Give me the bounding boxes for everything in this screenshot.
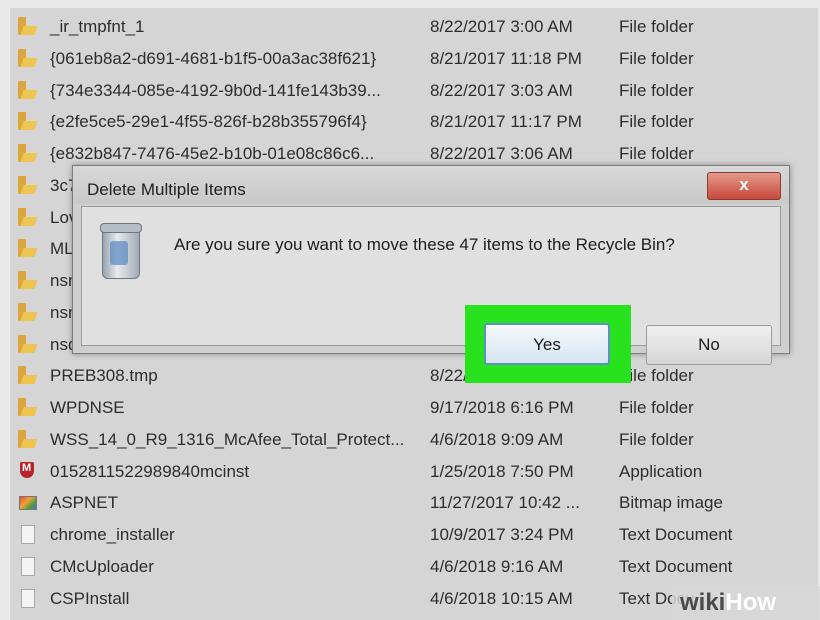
file-row[interactable]: {734e3344-085e-4192-9b0d-141fe143b39... 8… — [10, 75, 818, 106]
recycle-bin-lid — [100, 223, 142, 233]
dialog-body: Are you sure you want to move these 47 i… — [81, 206, 781, 383]
close-button[interactable]: x — [707, 172, 781, 200]
file-name: CMcUploader — [50, 556, 154, 576]
file-row[interactable]: {061eb8a2-d691-4681-b1f5-00a3ac38f621} 8/… — [10, 43, 818, 74]
doc-icon — [18, 556, 36, 576]
file-type: Text Document — [619, 556, 733, 576]
doc-icon — [18, 588, 36, 608]
yes-button[interactable]: Yes — [484, 323, 610, 365]
file-type: File folder — [619, 429, 694, 449]
folder-icon — [18, 17, 36, 35]
file-date-modified: 8/21/2017 11:18 PM — [430, 48, 582, 68]
folder-icon — [18, 80, 36, 99]
folder-icon — [18, 334, 36, 353]
dialog-title-bar[interactable]: Delete Multiple Items x — [73, 166, 789, 204]
file-row[interactable]: chrome_installer 10/9/2017 3:24 PM Text Do… — [10, 519, 818, 550]
file-date-modified: 8/22/2017 3:03 AM — [430, 80, 573, 100]
file-name: _ir_tmpfnt_1 — [50, 17, 145, 36]
file-type: Text Document — [619, 525, 733, 544]
file-name: {734e3344-085e-4192-9b0d-141fe143b39... — [50, 80, 381, 100]
file-date-modified: 9/17/2018 6:16 PM — [430, 398, 574, 417]
no-button[interactable]: No — [646, 325, 772, 365]
file-date-modified: 1/25/2018 7:50 PM — [430, 461, 574, 481]
delete-confirmation-dialog: Delete Multiple Items x Are you sure you… — [72, 165, 790, 383]
file-row[interactable]: _ir_tmpfnt_1 8/22/2017 3:00 AM File folder — [10, 11, 818, 42]
file-date-modified: 4/6/2018 10:15 AM — [430, 588, 573, 608]
file-date-modified: 10/9/2017 3:24 PM — [430, 525, 574, 544]
watermark-wiki: wiki — [680, 589, 726, 616]
file-row[interactable]: ASPNET 11/27/2017 10:42 ... Bitmap image — [10, 487, 818, 518]
folder-icon — [18, 398, 36, 416]
file-row[interactable]: WPDNSE 9/17/2018 6:16 PM File folder — [10, 392, 818, 423]
file-type: File folder — [619, 80, 694, 100]
file-date-modified: 8/22/2017 3:06 AM — [430, 144, 573, 163]
dialog-message: Are you sure you want to move these 47 i… — [174, 235, 675, 254]
folder-icon — [18, 207, 36, 226]
file-name: {061eb8a2-d691-4681-b1f5-00a3ac38f621} — [50, 48, 377, 68]
file-name: CSPInstall — [50, 588, 130, 608]
folder-icon — [18, 366, 36, 385]
file-type: Bitmap image — [619, 493, 723, 513]
file-name: 0152811522989840mcinst — [50, 461, 250, 481]
file-name: PREB308.tmp — [50, 366, 158, 386]
folder-icon — [18, 48, 36, 67]
folder-icon — [18, 302, 36, 321]
file-type: File folder — [619, 48, 694, 68]
recycle-bin-paper — [110, 241, 128, 265]
file-name: ASPNET — [50, 493, 119, 513]
file-type: Application — [619, 461, 703, 481]
folder-icon — [18, 112, 36, 131]
file-name: chrome_installer — [50, 525, 175, 544]
file-row[interactable]: CMcUploader 4/6/2018 9:16 AM Text Document — [10, 551, 818, 582]
file-date-modified: 4/6/2018 9:16 AM — [430, 556, 564, 576]
bitmap-icon — [18, 493, 37, 511]
file-row[interactable]: {e2fe5ce5-29e1-4f55-826f-b28b355796f4} 8/… — [10, 106, 818, 137]
shield-icon — [18, 461, 36, 480]
folder-icon — [18, 175, 36, 194]
file-date-modified: 8/22/2017 3:00 AM — [430, 17, 573, 36]
file-type: File folder — [619, 112, 694, 132]
recycle-bin-icon — [100, 221, 142, 281]
folder-icon — [18, 144, 36, 162]
file-date-modified: 8/21/2017 11:17 PM — [430, 112, 582, 132]
file-row[interactable]: 0152811522989840mcinst 1/25/2018 7:50 PM A… — [10, 456, 818, 487]
file-type: File folder — [619, 17, 694, 36]
watermark-how: How — [725, 589, 777, 616]
folder-icon — [18, 271, 36, 289]
file-date-modified: 11/27/2017 10:42 ... — [430, 493, 580, 513]
file-name: ML — [50, 239, 74, 259]
file-row[interactable]: WSS_14_0_R9_1316_McAfee_Total_Protect...… — [10, 424, 818, 455]
file-name: WSS_14_0_R9_1316_McAfee_Total_Protect... — [50, 429, 405, 449]
file-name: {e2fe5ce5-29e1-4f55-826f-b28b355796f4} — [50, 112, 367, 132]
file-name: WPDNSE — [50, 398, 125, 417]
file-date-modified: 4/6/2018 9:09 AM — [430, 429, 564, 449]
file-name: {e832b847-7476-45e2-b10b-01e08c86c6... — [50, 144, 375, 163]
wikihow-watermark: wikiHow — [672, 586, 820, 620]
dialog-title: Delete Multiple Items — [87, 180, 246, 199]
file-type: File folder — [619, 398, 694, 417]
doc-icon — [18, 525, 36, 544]
file-type: File folder — [619, 144, 694, 163]
folder-icon — [18, 239, 36, 258]
folder-icon — [18, 429, 36, 448]
